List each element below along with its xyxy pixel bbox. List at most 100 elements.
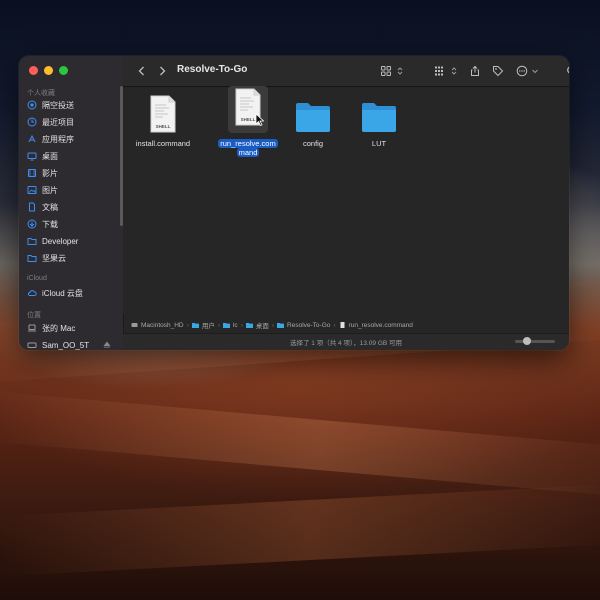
- sidebar-item-label: 坚果云: [42, 253, 66, 263]
- sidebar-section-locations: 位置: [27, 312, 41, 319]
- file-name-line: run_resolve.com: [218, 139, 278, 148]
- file-name-line: mand: [236, 148, 260, 157]
- mouse-pointer-icon: [255, 113, 264, 126]
- chevron-updown-icon: [451, 67, 457, 75]
- cloud-icon: [27, 288, 37, 298]
- laptop-icon: [27, 323, 37, 333]
- chevron-left-icon: [138, 66, 144, 76]
- path-segment[interactable]: 用户: [202, 320, 215, 330]
- film-icon: [27, 168, 37, 178]
- sidebar-item-icloud-drive[interactable]: iCloud 云盘: [27, 285, 115, 301]
- forward-button[interactable]: [155, 64, 169, 78]
- eject-icon[interactable]: [102, 340, 112, 350]
- folder-icon: [245, 322, 253, 328]
- sidebar-item-airdrop[interactable]: 隔空投送: [27, 97, 115, 113]
- group-grid-icon: [435, 66, 443, 76]
- file-item-install-command[interactable]: SHELL install.command: [128, 93, 198, 148]
- sidebar-item-applications[interactable]: 应用程序: [27, 131, 115, 147]
- download-icon: [27, 219, 37, 229]
- airdrop-icon: [27, 100, 37, 110]
- view-icons-button[interactable]: [379, 64, 393, 78]
- sidebar-item-downloads[interactable]: 下载: [27, 216, 115, 232]
- file-name: LUT: [371, 139, 387, 148]
- finder-window: 个人收藏 隔空投送 最近项目 应用程序 桌面 影片 图片 文稿 下载 Devel…: [19, 56, 569, 350]
- minimize-window-button[interactable]: [44, 66, 53, 75]
- chevron-updown-icon: [397, 67, 403, 75]
- fullscreen-window-button[interactable]: [59, 66, 68, 75]
- chevron-down-icon: [532, 69, 538, 74]
- sidebar-item-label: 隔空投送: [42, 100, 74, 110]
- view-options-chevron[interactable]: [393, 64, 407, 78]
- sidebar: 个人收藏 隔空投送 最近项目 应用程序 桌面 影片 图片 文稿 下载 Devel…: [19, 56, 124, 350]
- folder-icon: [222, 322, 230, 328]
- share-button[interactable]: [468, 64, 482, 78]
- back-button[interactable]: [135, 64, 149, 78]
- path-separator: ›: [271, 321, 275, 329]
- clock-icon: [27, 117, 37, 127]
- sidebar-item-label: 桌面: [42, 151, 58, 161]
- sidebar-item-documents[interactable]: 文稿: [27, 199, 115, 215]
- folder-icon: [296, 103, 330, 132]
- window-controls: [29, 66, 68, 75]
- more-actions-chevron[interactable]: [528, 64, 542, 78]
- sidebar-item-label: 最近项目: [42, 117, 74, 127]
- file-item-run-resolve-command[interactable]: SHELL run_resolve.com mand: [213, 86, 283, 157]
- tag-icon: [493, 66, 504, 77]
- path-segment[interactable]: lc: [233, 322, 238, 329]
- folder-icon: [362, 103, 396, 132]
- sidebar-item-recents[interactable]: 最近项目: [27, 114, 115, 130]
- toolbar: Resolve-To-Go: [123, 56, 569, 87]
- sidebar-item-nutstore[interactable]: 坚果云: [27, 250, 115, 266]
- sidebar-item-label: Sam_OO_5T: [42, 340, 90, 350]
- status-bar: 选择了 1 项（共 4 项），13.09 GB 可用: [123, 333, 569, 350]
- sidebar-item-label: 张的 Mac: [42, 323, 76, 333]
- file-type-badge: SHELL: [241, 117, 256, 122]
- drive-icon: [131, 322, 138, 328]
- path-segment[interactable]: Macintosh_HD: [141, 322, 184, 329]
- share-icon: [471, 65, 479, 76]
- sidebar-item-this-mac[interactable]: 张的 Mac: [27, 320, 115, 336]
- sidebar-item-label: 下载: [42, 219, 58, 229]
- sidebar-item-label: 图片: [42, 185, 58, 195]
- ellipsis-circle-icon: [516, 65, 528, 77]
- wallpaper-band: [0, 483, 600, 577]
- chevron-right-icon: [160, 66, 166, 76]
- file-browser: SHELL install.command SHELL run_resolve.…: [123, 86, 569, 314]
- sidebar-item-pictures[interactable]: 图片: [27, 182, 115, 198]
- more-actions-button[interactable]: [515, 64, 529, 78]
- folder-item-lut[interactable]: LUT: [344, 93, 414, 148]
- search-button[interactable]: [565, 64, 569, 78]
- path-separator: ›: [217, 321, 220, 329]
- sidebar-item-external-drive[interactable]: Sam_OO_5T: [27, 337, 115, 350]
- path-segment[interactable]: 桌面: [256, 320, 269, 330]
- status-text: 选择了 1 项（共 4 项），13.09 GB 可用: [290, 340, 402, 347]
- path-segment[interactable]: Resolve-To-Go: [287, 322, 330, 329]
- folder-icon: [27, 253, 37, 263]
- tags-button[interactable]: [491, 64, 505, 78]
- path-segment[interactable]: run_resolve.command: [349, 322, 413, 329]
- folder-icon: [191, 322, 199, 328]
- document-icon: [339, 322, 346, 328]
- close-window-button[interactable]: [29, 66, 38, 75]
- icon-size-slider[interactable]: [515, 337, 555, 345]
- shell-script-icon: SHELL: [150, 95, 176, 133]
- folder-icon: [277, 322, 285, 328]
- group-options-chevron[interactable]: [447, 64, 461, 78]
- slider-knob[interactable]: [523, 337, 531, 345]
- pictures-icon: [27, 185, 37, 195]
- file-name: config: [302, 139, 323, 148]
- sidebar-item-label: Developer: [42, 236, 79, 246]
- file-name: install.command: [135, 139, 191, 148]
- sidebar-item-developer[interactable]: Developer: [27, 233, 115, 249]
- path-separator: ›: [186, 321, 189, 329]
- group-button[interactable]: [433, 64, 447, 78]
- sidebar-item-desktop[interactable]: 桌面: [27, 148, 115, 164]
- window-title: Resolve-To-Go: [177, 64, 248, 75]
- file-type-badge: SHELL: [156, 124, 171, 129]
- wallpaper-band: [0, 390, 600, 500]
- sidebar-item-movies[interactable]: 影片: [27, 165, 115, 181]
- folder-item-config[interactable]: config: [278, 93, 348, 148]
- sidebar-item-label: 应用程序: [42, 134, 74, 144]
- document-icon: [27, 202, 37, 212]
- sidebar-section-icloud: iCloud: [27, 275, 47, 282]
